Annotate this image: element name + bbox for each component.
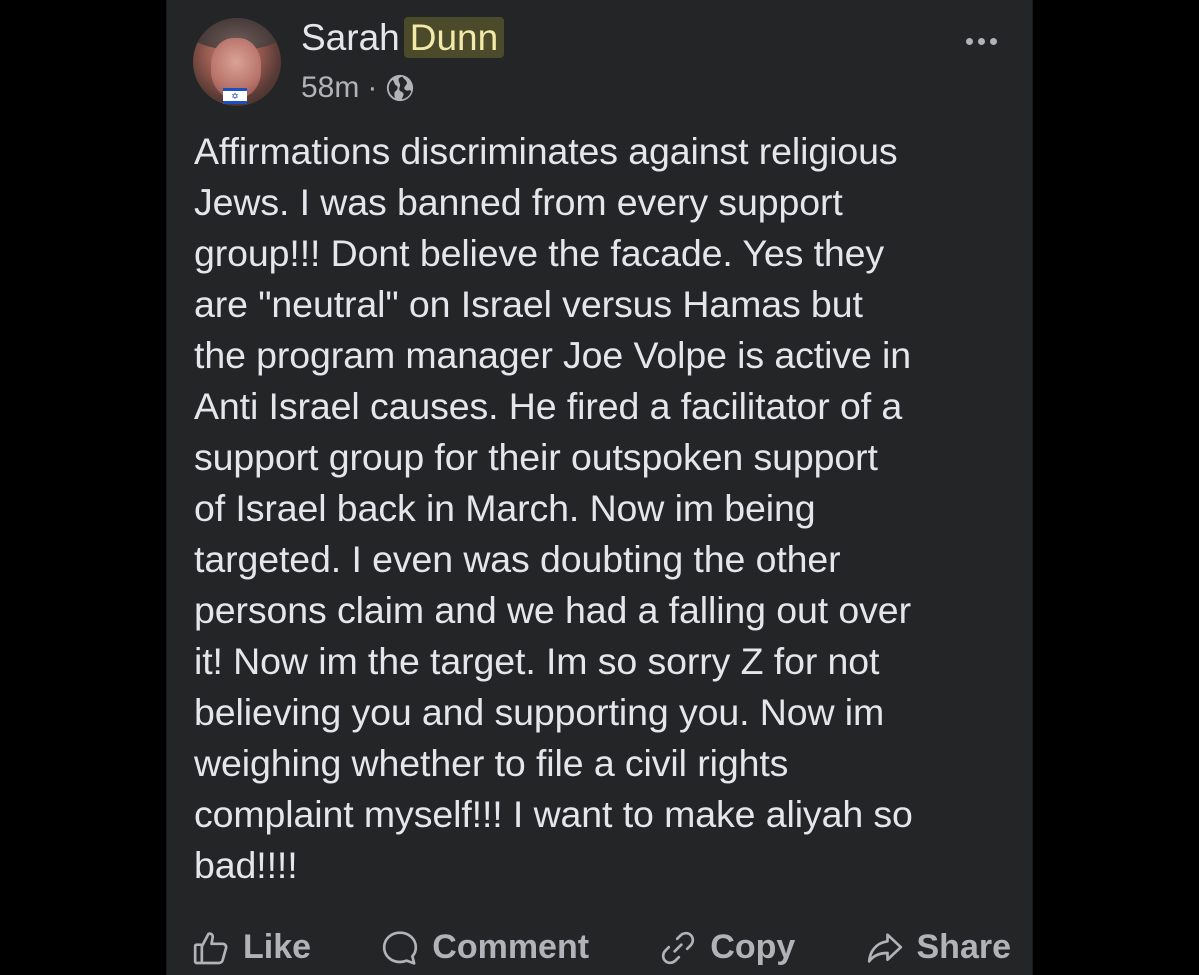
- share-label: Share: [916, 928, 1012, 966]
- share-button[interactable]: Share: [865, 928, 1012, 968]
- post-header: ✡ Sarah Dunn 58m ·: [193, 17, 1006, 108]
- thumbs-up-icon: [193, 931, 228, 964]
- meta-separator: ·: [367, 71, 378, 104]
- more-options-button[interactable]: [956, 26, 1006, 56]
- more-dot: [965, 37, 973, 45]
- copy-link-button[interactable]: Copy: [658, 928, 795, 968]
- post-text: Affirmations discriminates against relig…: [194, 130, 913, 886]
- comment-bubble-icon: [383, 930, 418, 965]
- copy-label: Copy: [710, 928, 796, 966]
- share-arrow-icon: [867, 932, 902, 963]
- post-actions-bar: Like Comment Copy Share: [191, 920, 1011, 975]
- link-icon: [662, 931, 695, 964]
- more-dot: [977, 37, 985, 45]
- post-meta: 58m ·: [301, 70, 415, 106]
- comment-label: Comment: [432, 928, 590, 966]
- flag-icon: ✡: [223, 88, 247, 104]
- author-last-name[interactable]: Dunn: [403, 17, 505, 58]
- author-name[interactable]: Sarah Dunn: [301, 14, 505, 62]
- avatar[interactable]: ✡: [193, 18, 281, 106]
- post-card: ✡ Sarah Dunn 58m · Affirmations discrimin…: [166, 0, 1033, 975]
- globe-icon[interactable]: [385, 73, 415, 103]
- author-first-name[interactable]: Sarah: [301, 17, 400, 58]
- more-dot: [989, 37, 997, 45]
- post-timestamp[interactable]: 58m: [301, 70, 359, 106]
- like-label: Like: [243, 928, 312, 966]
- comment-button[interactable]: Comment: [380, 928, 589, 968]
- like-button[interactable]: Like: [191, 928, 311, 968]
